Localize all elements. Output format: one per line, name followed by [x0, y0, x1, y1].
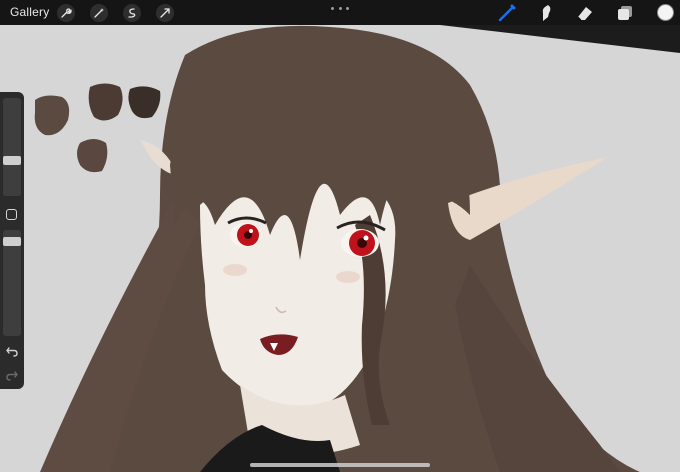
smudge-icon[interactable]	[536, 3, 556, 23]
magic-wand-icon[interactable]	[90, 4, 108, 22]
redo-icon[interactable]	[5, 368, 19, 382]
modify-button[interactable]	[6, 209, 17, 220]
undo-icon[interactable]	[5, 344, 19, 358]
opacity-slider[interactable]	[3, 230, 21, 336]
cheek-blush	[223, 264, 247, 276]
brush-size-slider[interactable]	[3, 98, 21, 196]
brush-size-knob[interactable]	[3, 155, 21, 165]
left-sidebar	[0, 92, 24, 389]
palette-swatch	[88, 83, 123, 121]
eraser-icon[interactable]	[575, 3, 595, 23]
drawing-canvas[interactable]	[0, 25, 680, 472]
left-eye-highlight	[249, 229, 253, 233]
top-toolbar: Gallery	[0, 0, 680, 25]
selection-icon[interactable]	[123, 4, 141, 22]
layers-icon[interactable]	[615, 3, 635, 23]
color-picker-swatch[interactable]	[657, 4, 674, 21]
gallery-button[interactable]: Gallery	[10, 5, 49, 19]
wrench-icon[interactable]	[57, 4, 75, 22]
brush-icon[interactable]	[497, 3, 517, 23]
more-options-icon[interactable]	[331, 5, 349, 11]
home-indicator[interactable]	[250, 463, 430, 467]
artwork	[0, 25, 680, 472]
opacity-knob[interactable]	[3, 236, 21, 246]
right-eye-highlight	[363, 235, 369, 241]
transform-icon[interactable]	[156, 4, 174, 22]
cheek-blush	[336, 271, 360, 283]
